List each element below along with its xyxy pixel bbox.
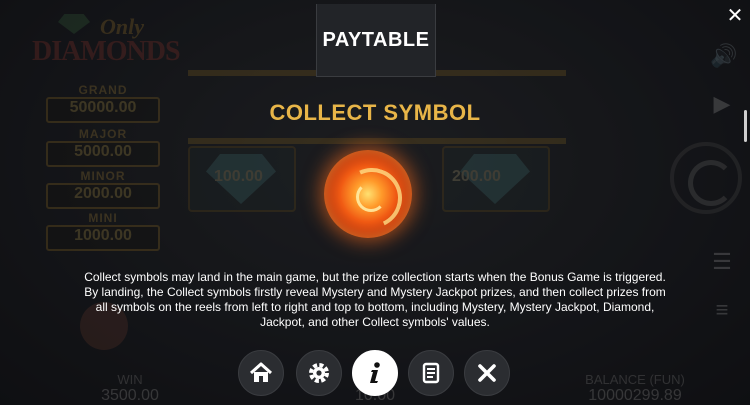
scrollbar[interactable] — [744, 110, 747, 142]
scroll-icon — [422, 362, 440, 384]
close-button[interactable] — [464, 350, 510, 396]
paytable-header: PAYTABLE — [316, 4, 436, 77]
info-icon — [370, 362, 380, 383]
info-button[interactable] — [352, 350, 398, 396]
paytable-title: PAYTABLE — [322, 28, 430, 51]
close-icon[interactable]: ✕ — [724, 4, 746, 26]
gear-icon — [309, 363, 329, 383]
home-icon — [249, 362, 273, 382]
home-button[interactable] — [238, 350, 284, 396]
rules-button[interactable] — [408, 350, 454, 396]
section-title: COLLECT SYMBOL — [269, 100, 481, 125]
settings-button[interactable] — [296, 350, 342, 396]
collect-description: Collect symbols may land in the main gam… — [84, 270, 666, 329]
close-icon — [478, 364, 496, 382]
collect-symbol-icon — [324, 150, 412, 238]
